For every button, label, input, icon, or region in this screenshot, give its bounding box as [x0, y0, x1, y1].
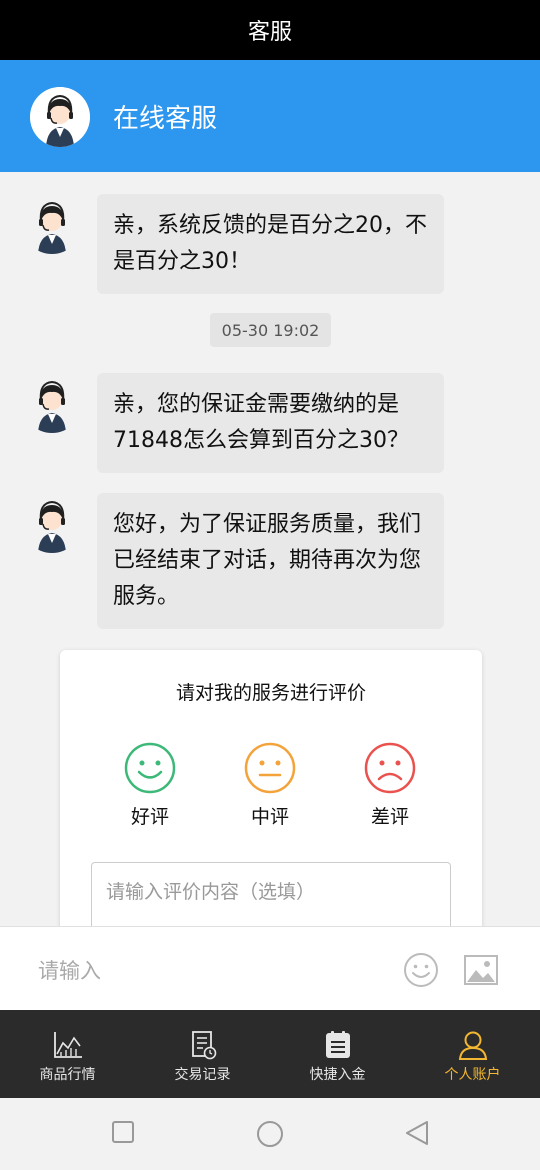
agent-name: 在线客服 [113, 104, 218, 134]
message-text: 亲，系统反馈的是百分之20，不是百分之30！ [113, 213, 427, 274]
tab-quick-deposit[interactable]: 快捷入金 [270, 1010, 405, 1098]
back-button[interactable] [404, 1120, 430, 1150]
rating-neutral-button[interactable]: 中评 [230, 742, 310, 829]
message-bubble: 亲，您的保证金需要缴纳的是71848怎么会算到百分之30？ [97, 373, 444, 473]
review-input[interactable]: 请输入评价内容（选填） [91, 862, 451, 926]
triangle-back-icon [406, 1121, 428, 1145]
market-chart-icon [53, 1032, 82, 1058]
message-timestamp: 05-30 19:02 [210, 313, 331, 347]
neutral-face-icon [244, 742, 296, 794]
message-bubble: 您好，为了保证服务质量，我们已经结束了对话，期待再次为您服务。 [97, 493, 444, 629]
rating-title: 请对我的服务进行评价 [175, 682, 366, 704]
bottom-tab-bar: 商品行情 交易记录 快捷入金 个人账户 [0, 1010, 540, 1098]
account-icon [458, 1031, 487, 1060]
rating-bad-button[interactable]: 差评 [350, 742, 430, 829]
tab-market[interactable]: 商品行情 [0, 1010, 135, 1098]
image-icon[interactable] [462, 951, 500, 993]
circle-icon [257, 1121, 283, 1147]
message-input-bar: 请输入 [0, 926, 540, 1010]
rating-good-button[interactable]: 好评 [110, 742, 190, 829]
message-text: 亲，您的保证金需要缴纳的是71848怎么会算到百分之30？ [113, 392, 409, 453]
emoji-icon[interactable] [402, 951, 440, 993]
tab-label: 快捷入金 [309, 1067, 366, 1083]
title-bar: 客服 [0, 0, 540, 60]
tab-account[interactable]: 个人账户 [405, 1010, 540, 1098]
system-nav-bar [0, 1098, 540, 1170]
review-placeholder: 请输入评价内容（选填） [106, 881, 316, 903]
agent-header: 在线客服 [0, 60, 540, 172]
agent-avatar [22, 493, 82, 553]
square-icon [112, 1121, 134, 1143]
frown-face-icon [364, 742, 416, 794]
tab-trade-record[interactable]: 交易记录 [135, 1010, 270, 1098]
tab-label: 交易记录 [174, 1067, 231, 1083]
trade-record-icon [191, 1031, 216, 1060]
recent-apps-button[interactable] [111, 1120, 135, 1148]
agent-avatar [22, 373, 82, 433]
rating-label: 中评 [250, 806, 289, 828]
home-button[interactable] [256, 1120, 284, 1152]
agent-avatar [22, 194, 82, 254]
page-title: 客服 [247, 20, 292, 45]
message-text: 您好，为了保证服务质量，我们已经结束了对话，期待再次为您服务。 [113, 512, 422, 609]
message-bubble: 亲，系统反馈的是百分之20，不是百分之30！ [97, 194, 444, 294]
quick-deposit-icon [325, 1031, 350, 1058]
timestamp-text: 05-30 19:02 [221, 320, 320, 340]
chat-area[interactable]: 亲，系统反馈的是百分之20，不是百分之30！ 05-30 19:02 亲，您的保… [0, 172, 540, 926]
smile-face-icon [124, 742, 176, 794]
message-input[interactable]: 请输入 [38, 955, 101, 985]
rating-card: 请对我的服务进行评价 好评 中评 差评 请输入评价内容（选填） [60, 650, 482, 926]
tab-label: 商品行情 [39, 1067, 96, 1083]
rating-label: 差评 [370, 806, 409, 828]
tab-label: 个人账户 [444, 1067, 501, 1083]
rating-label: 好评 [130, 806, 169, 828]
agent-avatar [30, 87, 90, 147]
